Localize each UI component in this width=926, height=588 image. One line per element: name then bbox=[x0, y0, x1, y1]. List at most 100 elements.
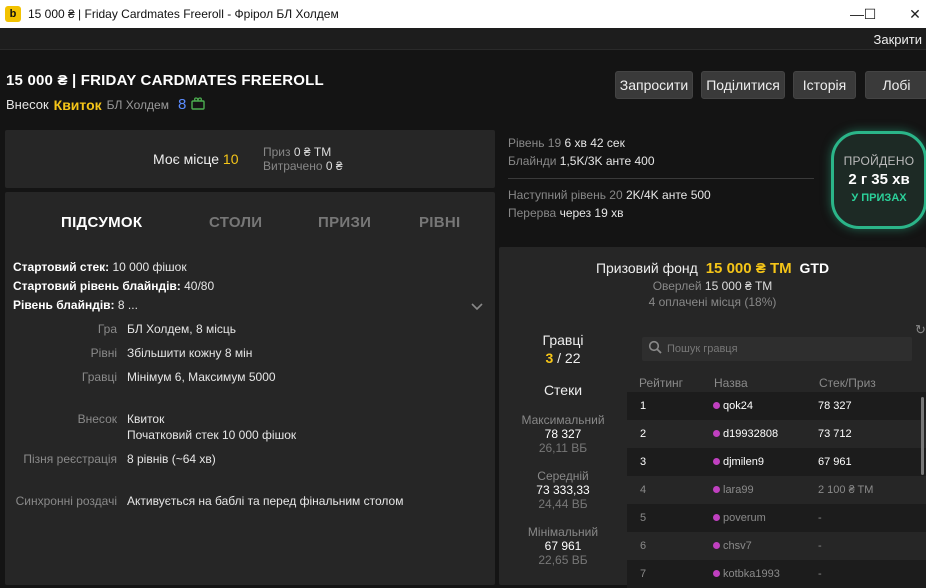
game-type: БЛ Холдем bbox=[106, 97, 169, 112]
blind-level: Рівень блайндів: 8 ... bbox=[13, 298, 138, 312]
buyin-ticket: Квиток bbox=[53, 96, 102, 113]
close-icon[interactable]: ✕ bbox=[892, 0, 926, 28]
break-info: Перерва через 19 хв bbox=[508, 204, 818, 222]
table-row[interactable]: 7 kotbka1993 - bbox=[627, 560, 926, 588]
row-stack: - bbox=[818, 568, 822, 580]
col-name-header[interactable]: Назва bbox=[714, 376, 748, 390]
table-row[interactable]: 6 chsv7 - bbox=[627, 532, 926, 560]
next-level-value: 2K/4K анте 500 bbox=[626, 188, 711, 202]
spent-label: Витрачено bbox=[263, 159, 323, 173]
col-stack-header[interactable]: Стек/Приз bbox=[819, 376, 876, 390]
blinds: Блайнди 1,5K/3K анте 400 bbox=[508, 152, 818, 170]
prize-pool-label: Призовий фонд bbox=[595, 260, 698, 276]
row-stack: - bbox=[818, 540, 822, 552]
late-reg-value: 8 рівнів (~64 хв) bbox=[127, 452, 216, 466]
start-stack: Стартовий стек: 10 000 фішок bbox=[13, 260, 187, 274]
row-rank: 5 bbox=[640, 512, 647, 524]
gift-icon bbox=[191, 96, 205, 113]
level-divider bbox=[508, 178, 814, 179]
col-rank-header[interactable]: Рейтинг bbox=[639, 376, 683, 390]
row-name: lara99 bbox=[713, 484, 754, 496]
player-search[interactable] bbox=[642, 337, 912, 361]
table-row[interactable]: 1 qok24 78 327 bbox=[627, 392, 926, 420]
prize-pool: Призовий фонд 15 000 ₴ TM GTD bbox=[499, 260, 926, 277]
row-name: chsv7 bbox=[713, 540, 752, 552]
avg-stack: Середній 73 333,33 24,44 ВБ bbox=[499, 469, 627, 511]
max-stack-value: 78 327 bbox=[544, 427, 582, 441]
spent-value: 0 ₴ bbox=[325, 159, 343, 173]
status-label: ПРОЙДЕНО bbox=[843, 154, 915, 168]
history-button[interactable]: Історія bbox=[793, 71, 856, 99]
game-key: Гра bbox=[97, 322, 117, 336]
my-place-value: 10 bbox=[222, 151, 239, 167]
next-level-label: Наступний рівень 20 bbox=[508, 188, 623, 202]
start-blinds-label: Стартовий рівень блайндів: bbox=[13, 279, 181, 293]
overlay: Оверлей 15 000 ₴ TM bbox=[499, 279, 926, 293]
my-place: Моє місце 10 bbox=[153, 151, 239, 167]
status-time: 2 г 35 хв bbox=[848, 171, 910, 188]
spent-info: Витрачено 0 ₴ bbox=[263, 159, 343, 173]
buyin-row: Внесок Квиток БЛ Холдем 8 bbox=[6, 96, 205, 113]
row-stack: - bbox=[818, 512, 822, 524]
row-name: qok24 bbox=[713, 400, 753, 412]
start-stack-label: Стартовий стек: bbox=[13, 260, 110, 274]
start-blinds-value: 40/80 bbox=[180, 279, 215, 293]
table-scrollbar[interactable] bbox=[921, 397, 924, 475]
status-state: У ПРИЗАХ bbox=[851, 192, 907, 204]
summary-panel: ПІДСУМОК СТОЛИ ПРИЗИ РІВНІ Стартовий сте… bbox=[5, 192, 495, 585]
row-stack: 73 712 bbox=[818, 428, 852, 440]
table-row[interactable]: 4 lara99 2 100 ₴ TM bbox=[627, 476, 926, 504]
search-icon bbox=[648, 340, 662, 357]
row-rank: 7 bbox=[640, 568, 647, 580]
tab-levels[interactable]: РІВНІ bbox=[419, 214, 461, 231]
lobby-button[interactable]: Лобі bbox=[865, 71, 926, 99]
players-label: Гравці bbox=[542, 332, 584, 348]
levels-value: Збільшити кожну 8 мін bbox=[127, 346, 253, 360]
buyin-value: Квиток bbox=[127, 412, 165, 426]
invite-button[interactable]: Запросити bbox=[615, 71, 693, 99]
tab-prizes[interactable]: ПРИЗИ bbox=[318, 214, 371, 231]
table-row[interactable]: 2 d19932808 73 712 bbox=[627, 420, 926, 448]
buyin-stack-value: Початковий стек 10 000 фішок bbox=[127, 428, 297, 442]
tab-summary[interactable]: ПІДСУМОК bbox=[61, 214, 142, 231]
avg-stack-value: 73 333,33 bbox=[536, 483, 590, 497]
tables-count: 8 bbox=[177, 96, 187, 113]
min-stack-value: 67 961 bbox=[544, 539, 582, 553]
avg-stack-bb: 24,44 ВБ bbox=[538, 497, 588, 511]
tab-tables[interactable]: СТОЛИ bbox=[209, 214, 262, 231]
avg-stack-label: Середній bbox=[537, 469, 589, 483]
players-numbers: 3 / 22 bbox=[499, 350, 627, 366]
prize-label: Приз bbox=[263, 145, 291, 159]
close-button[interactable]: Закрити bbox=[874, 32, 922, 47]
game-value: БЛ Холдем, 8 місць bbox=[127, 322, 237, 336]
menubar: Закрити bbox=[0, 28, 926, 50]
my-place-panel: Моє місце 10 Приз 0 ₴ TM Витрачено 0 ₴ bbox=[5, 130, 495, 188]
tournament-name: 15 000 ₴ | FRIDAY CARDMATES FREEROLL bbox=[6, 72, 324, 89]
prize-value: 0 ₴ TM bbox=[293, 145, 332, 159]
break-value: через 19 хв bbox=[559, 206, 624, 220]
chevron-down-icon[interactable] bbox=[471, 298, 483, 314]
start-blinds: Стартовий рівень блайндів: 40/80 bbox=[13, 279, 214, 293]
row-stack: 2 100 ₴ TM bbox=[818, 484, 874, 496]
tournament-header: 15 000 ₴ | FRIDAY CARDMATES FREEROLL Вне… bbox=[0, 50, 926, 130]
row-rank: 4 bbox=[640, 484, 647, 496]
row-name: kotbka1993 bbox=[713, 568, 780, 580]
level-info: Рівень 19 6 хв 42 сек Блайнди 1,5K/3K ан… bbox=[508, 134, 818, 222]
search-input[interactable] bbox=[667, 340, 902, 358]
table-row[interactable]: 5 poverum - bbox=[627, 504, 926, 532]
refresh-icon[interactable]: ↻ bbox=[915, 322, 926, 338]
min-stack: Мінімальний 67 961 22,65 ВБ bbox=[499, 525, 627, 567]
tab-bar: ПІДСУМОК СТОЛИ ПРИЗИ РІВНІ bbox=[5, 214, 495, 234]
levels-key: Рівні bbox=[90, 346, 117, 360]
row-rank: 2 bbox=[640, 428, 647, 440]
row-name: poverum bbox=[713, 512, 766, 524]
row-rank: 1 bbox=[640, 400, 647, 412]
maximize-icon[interactable]: ☐ bbox=[847, 0, 893, 28]
sync-key: Синхронні роздачі bbox=[15, 494, 117, 508]
row-rank: 6 bbox=[640, 540, 647, 552]
sync-value: Активується на баблі та перед фінальним … bbox=[127, 494, 404, 508]
table-row[interactable]: 3 djmilen9 67 961 bbox=[627, 448, 926, 476]
row-stack: 78 327 bbox=[818, 400, 852, 412]
share-button[interactable]: Поділитися bbox=[701, 71, 785, 99]
prize-pool-amount: 15 000 ₴ TM bbox=[705, 260, 792, 277]
